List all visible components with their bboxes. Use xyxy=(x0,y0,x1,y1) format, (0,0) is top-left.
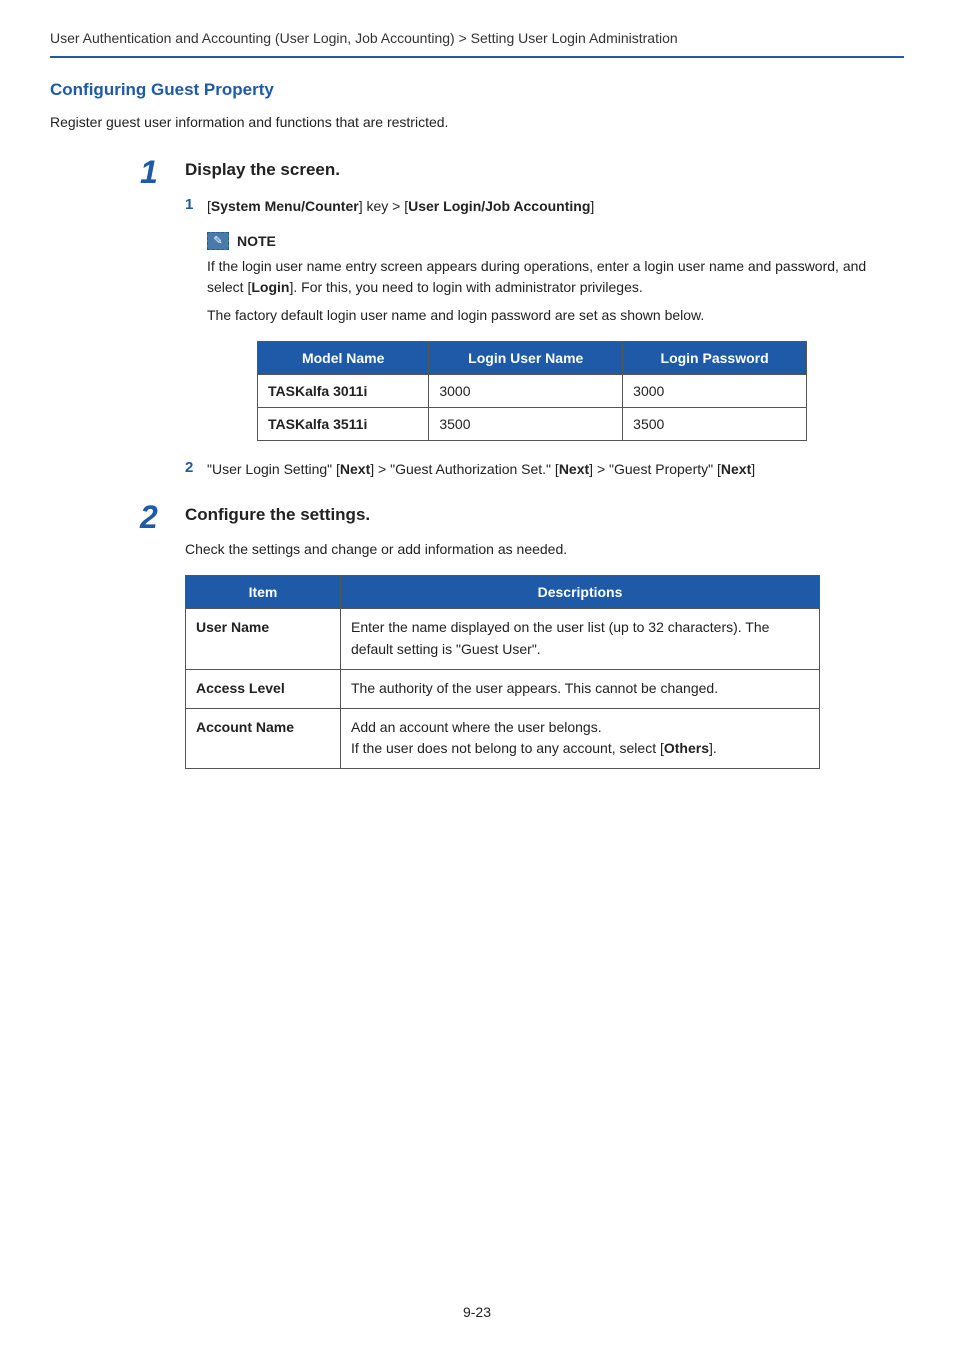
step-2: 2 Configure the settings. Check the sett… xyxy=(185,505,904,768)
substep-number: 1 xyxy=(185,196,207,218)
table-row: TASKalfa 3011i 3000 3000 xyxy=(258,374,807,407)
cell-desc: Enter the name displayed on the user lis… xyxy=(341,609,820,669)
note-block: ✎ NOTE If the login user name entry scre… xyxy=(207,232,904,441)
note-text-2: The factory default login user name and … xyxy=(207,305,904,327)
substep-text: "User Login Setting" [Next] > "Guest Aut… xyxy=(207,459,755,481)
cell-desc: The authority of the user appears. This … xyxy=(341,669,820,708)
step-2-text: Check the settings and change or add inf… xyxy=(185,541,904,557)
cell-user: 3500 xyxy=(429,407,623,440)
cell-desc: Add an account where the user belongs. I… xyxy=(341,708,820,768)
step-2-heading: Configure the settings. xyxy=(185,505,904,525)
th-login-password: Login Password xyxy=(623,341,807,374)
note-label: NOTE xyxy=(237,233,276,249)
note-text-1: If the login user name entry screen appe… xyxy=(207,256,904,299)
note-header: ✎ NOTE xyxy=(207,232,904,250)
substep-number: 2 xyxy=(185,459,207,481)
section-title: Configuring Guest Property xyxy=(50,80,904,100)
table-row: TASKalfa 3511i 3500 3500 xyxy=(258,407,807,440)
th-descriptions: Descriptions xyxy=(341,576,820,609)
cell-item: Account Name xyxy=(186,708,341,768)
cell-pass: 3500 xyxy=(623,407,807,440)
cell-item: User Name xyxy=(186,609,341,669)
intro-text: Register guest user information and func… xyxy=(50,114,904,130)
cell-pass: 3000 xyxy=(623,374,807,407)
cell-item: Access Level xyxy=(186,669,341,708)
login-credentials-table: Model Name Login User Name Login Passwor… xyxy=(257,341,807,441)
step-1-substep-2: 2 "User Login Setting" [Next] > "Guest A… xyxy=(185,459,904,481)
step-2-number: 2 xyxy=(140,499,158,536)
table-row: User Name Enter the name displayed on th… xyxy=(186,609,820,669)
substep-text: [System Menu/Counter] key > [User Login/… xyxy=(207,196,594,218)
step-1-substep-1: 1 [System Menu/Counter] key > [User Logi… xyxy=(185,196,904,218)
th-model-name: Model Name xyxy=(258,341,429,374)
breadcrumb: User Authentication and Accounting (User… xyxy=(50,30,904,58)
table-row: Access Level The authority of the user a… xyxy=(186,669,820,708)
step-1-number: 1 xyxy=(140,154,158,191)
page-number: 9-23 xyxy=(0,1304,954,1320)
settings-table: Item Descriptions User Name Enter the na… xyxy=(185,575,820,768)
step-1: 1 Display the screen. 1 [System Menu/Cou… xyxy=(185,160,904,480)
cell-user: 3000 xyxy=(429,374,623,407)
th-item: Item xyxy=(186,576,341,609)
table-row: Account Name Add an account where the us… xyxy=(186,708,820,768)
cell-model: TASKalfa 3511i xyxy=(258,407,429,440)
note-icon: ✎ xyxy=(207,232,229,250)
cell-model: TASKalfa 3011i xyxy=(258,374,429,407)
th-login-user-name: Login User Name xyxy=(429,341,623,374)
step-1-heading: Display the screen. xyxy=(185,160,904,180)
